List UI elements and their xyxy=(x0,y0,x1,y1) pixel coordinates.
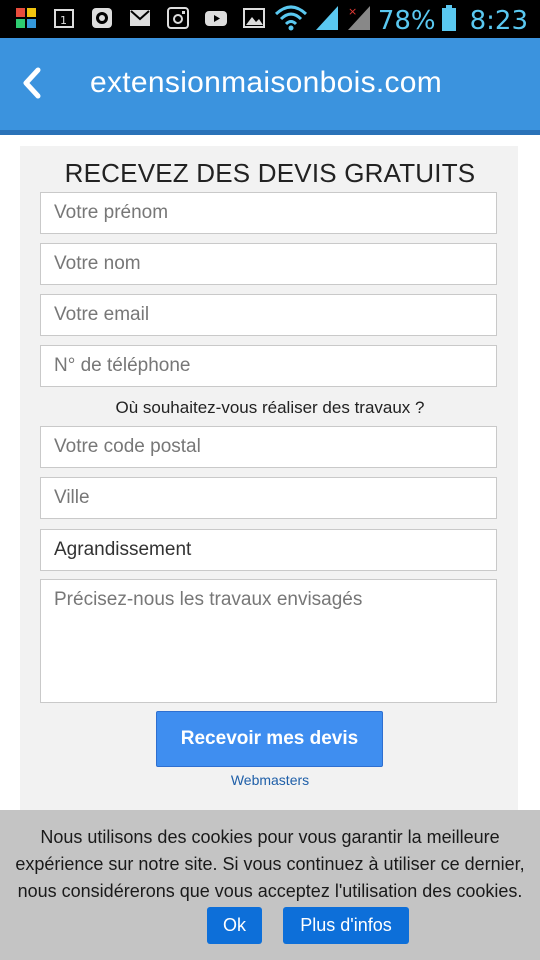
location-question: Où souhaitez-vous réaliser des travaux ? xyxy=(115,398,425,417)
email-field[interactable]: Votre email xyxy=(40,294,497,336)
wifi-icon xyxy=(274,4,308,37)
notification-icons: 1 xyxy=(14,6,266,30)
cookie-more-info-button[interactable]: Plus d'infos xyxy=(283,907,409,944)
email-placeholder: Votre email xyxy=(54,304,150,325)
svg-text:1: 1 xyxy=(60,14,67,27)
app-bar-divider xyxy=(0,130,540,135)
app-bar: extensionmaisonbois.com xyxy=(0,38,540,130)
circle-icon xyxy=(90,6,114,30)
cookie-text: Nous utilisons des cookies pour vous gar… xyxy=(15,827,525,901)
first-name-field[interactable]: Votre prénom xyxy=(40,192,497,234)
postal-code-field[interactable]: Votre code postal xyxy=(40,426,497,468)
work-type-value: Agrandissement xyxy=(54,539,192,560)
submit-button[interactable]: Recevoir mes devis xyxy=(156,711,383,767)
battery-icon xyxy=(441,5,456,36)
system-status: × 78% 8:23 xyxy=(274,4,528,37)
form-heading: RECEVEZ DES DEVIS GRATUITS xyxy=(64,158,476,188)
svg-text:×: × xyxy=(348,5,357,18)
battery-percent: 78% xyxy=(377,5,436,36)
webmasters-link[interactable]: Webmasters xyxy=(0,772,540,788)
app-icon xyxy=(14,6,38,30)
signal-icon xyxy=(314,4,340,37)
instagram-icon xyxy=(166,6,190,30)
calendar-icon: 1 xyxy=(52,6,76,30)
status-bar: 1 × 78% 8:23 xyxy=(0,0,540,38)
cookie-banner: Nous utilisons des cookies pour vous gar… xyxy=(0,810,540,960)
last-name-field[interactable]: Votre nom xyxy=(40,243,497,285)
last-name-placeholder: Votre nom xyxy=(54,253,141,274)
back-arrow-icon[interactable] xyxy=(18,66,48,100)
gallery-icon xyxy=(242,6,266,30)
details-placeholder: Précisez-nous les travaux envisagés xyxy=(54,589,363,610)
youtube-icon xyxy=(204,6,228,30)
details-textarea[interactable]: Précisez-nous les travaux envisagés xyxy=(40,579,497,703)
cookie-ok-button[interactable]: Ok xyxy=(207,907,262,944)
page-title: extensionmaisonbois.com xyxy=(90,66,443,99)
city-field[interactable]: Ville xyxy=(40,477,497,519)
postal-code-placeholder: Votre code postal xyxy=(54,436,201,457)
clock: 8:23 xyxy=(469,5,528,36)
city-placeholder: Ville xyxy=(54,487,90,508)
phone-field[interactable]: N° de téléphone xyxy=(40,345,497,387)
work-type-select[interactable]: Agrandissement xyxy=(40,529,497,571)
first-name-placeholder: Votre prénom xyxy=(54,202,169,223)
gmail-icon xyxy=(128,6,152,30)
signal-icon: × xyxy=(346,4,372,37)
phone-placeholder: N° de téléphone xyxy=(54,355,191,376)
